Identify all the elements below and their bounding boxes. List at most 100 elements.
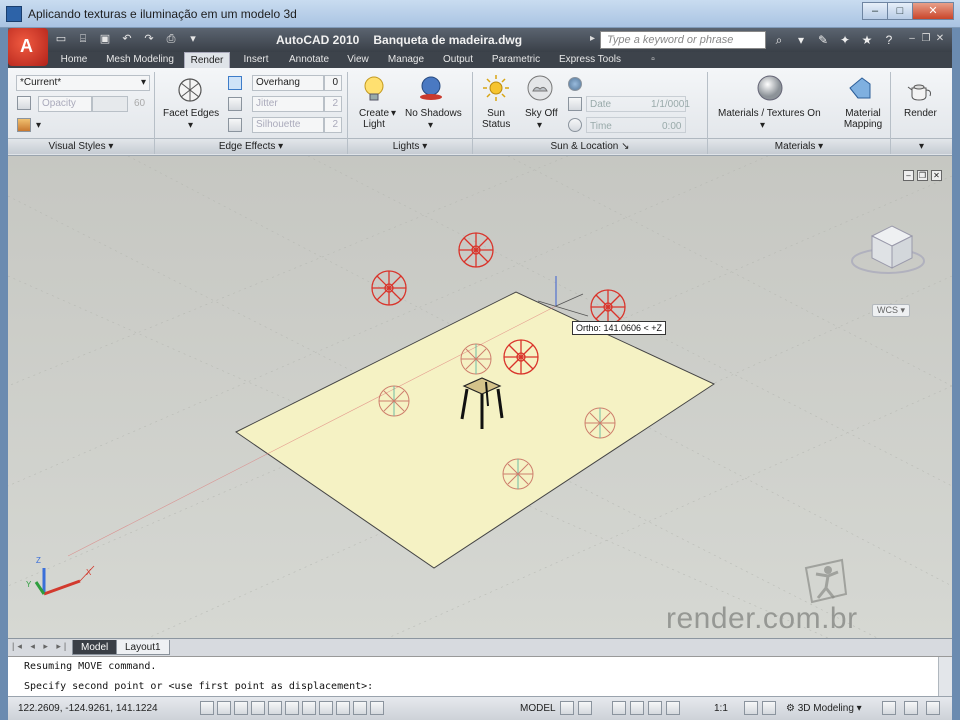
quick-view-layouts-icon[interactable] xyxy=(560,701,574,715)
grid-display-icon[interactable] xyxy=(217,701,231,715)
materials-textures-on-label[interactable]: Materials / Textures On xyxy=(718,108,821,119)
panel-title-render[interactable]: ▾ xyxy=(891,138,952,154)
tab-render[interactable]: Render xyxy=(184,52,230,68)
dropdown-icon[interactable]: ▾ xyxy=(792,31,810,49)
maximize-button[interactable]: □ xyxy=(887,2,913,20)
panel-title-materials[interactable]: Materials ▾ xyxy=(708,138,890,154)
sky-off-icon[interactable] xyxy=(526,74,554,102)
light-glyph-4[interactable] xyxy=(503,339,539,375)
teapot-icon[interactable] xyxy=(906,76,934,104)
tab-mesh-modeling[interactable]: Mesh Modeling xyxy=(102,52,178,68)
tab-parametric[interactable]: Parametric xyxy=(486,52,546,68)
no-shadows-dropdown-icon[interactable]: ▾ xyxy=(428,120,433,131)
render-label[interactable]: Render xyxy=(904,108,937,119)
tab-home[interactable]: Home xyxy=(56,52,92,68)
no-shadows-icon[interactable] xyxy=(418,74,446,102)
materials-dropdown-icon[interactable]: ▾ xyxy=(760,120,765,131)
material-mapping-icon[interactable] xyxy=(846,74,874,102)
light-bulb-icon[interactable] xyxy=(360,74,388,102)
jitter-value[interactable]: 2 xyxy=(324,96,342,112)
light-glyph-1[interactable] xyxy=(458,232,494,268)
facet-edges-dropdown-icon[interactable]: ▾ xyxy=(188,120,193,131)
shadow-dropdown-icon[interactable]: ▾ xyxy=(36,120,41,131)
open-icon[interactable]: ⌸ xyxy=(74,31,92,47)
create-light-dropdown-icon[interactable]: ▾ xyxy=(391,108,396,119)
minimize-button[interactable]: – xyxy=(862,2,888,20)
plot-icon[interactable]: ⎙ xyxy=(162,31,180,47)
help-icon[interactable]: ? xyxy=(880,31,898,49)
tab-model[interactable]: Model xyxy=(72,640,118,655)
location-globe-icon[interactable] xyxy=(568,77,582,91)
tab-overflow-icon[interactable]: ▫ xyxy=(646,52,660,68)
ortho-mode-icon[interactable] xyxy=(234,701,248,715)
visual-style-dropdown[interactable]: *Current* ▾ xyxy=(16,75,150,91)
pan-icon[interactable] xyxy=(612,701,626,715)
steering-wheel-icon[interactable] xyxy=(648,701,662,715)
viewport-restore-button[interactable]: ❐ xyxy=(917,170,928,181)
silhouette-icon[interactable] xyxy=(228,118,242,132)
facet-edges-icon[interactable] xyxy=(176,76,204,104)
favorites-icon[interactable]: ★ xyxy=(858,31,876,49)
lock-icon[interactable] xyxy=(882,701,896,715)
subscription-icon[interactable]: ✎ xyxy=(814,31,832,49)
tab-output[interactable]: Output xyxy=(436,52,480,68)
material-mapping-label[interactable]: Material Mapping xyxy=(840,108,886,130)
zoom-icon[interactable] xyxy=(630,701,644,715)
panel-title-lights[interactable]: Lights ▾ xyxy=(348,138,472,154)
quick-properties-icon[interactable] xyxy=(370,701,384,715)
dynamic-ucs-icon[interactable] xyxy=(319,701,333,715)
search-arrow-icon[interactable]: ▸ xyxy=(590,33,595,44)
isolate-objects-icon[interactable] xyxy=(904,701,918,715)
tab-annotate[interactable]: Annotate xyxy=(282,52,336,68)
overhang-icon[interactable] xyxy=(228,76,242,90)
tab-view[interactable]: View xyxy=(340,52,376,68)
polar-tracking-icon[interactable] xyxy=(251,701,265,715)
tab-express-tools[interactable]: Express Tools xyxy=(552,52,628,68)
coordinates-readout[interactable]: 122.2609, -124.9261, 141.1224 xyxy=(18,703,158,714)
light-glyph-3[interactable] xyxy=(590,289,626,325)
annotation-scale[interactable]: 1:1 xyxy=(714,703,728,714)
doc-close-button[interactable]: ✕ xyxy=(934,33,946,45)
doc-minimize-button[interactable]: – xyxy=(906,33,918,45)
sky-off-dropdown-icon[interactable]: ▾ xyxy=(537,120,542,131)
clean-screen-icon[interactable] xyxy=(926,701,940,715)
tab-manage[interactable]: Manage xyxy=(382,52,430,68)
layout-nav-arrows[interactable]: |◂ ◂ ▸ ▸| xyxy=(12,641,69,652)
lineweight-icon[interactable] xyxy=(353,701,367,715)
sun-status-icon[interactable] xyxy=(482,74,510,102)
workspace-switcher[interactable]: ⚙ 3D Modeling ▾ xyxy=(786,703,862,714)
auto-scale-icon[interactable] xyxy=(762,701,776,715)
panel-title-edge-effects[interactable]: Edge Effects ▾ xyxy=(155,138,347,154)
application-menu-button[interactable]: A xyxy=(8,28,48,66)
doc-restore-button[interactable]: ❐ xyxy=(920,33,932,45)
qat-dropdown-icon[interactable]: ▾ xyxy=(184,31,202,47)
help-search-input[interactable]: Type a keyword or phrase xyxy=(600,31,766,49)
sun-status-label[interactable]: Sun Status xyxy=(482,108,510,130)
xray-icon[interactable] xyxy=(17,96,31,110)
undo-icon[interactable]: ↶ xyxy=(118,31,136,47)
communication-icon[interactable]: ✦ xyxy=(836,31,854,49)
annotation-visibility-icon[interactable] xyxy=(744,701,758,715)
binoculars-icon[interactable]: ⌕ xyxy=(770,31,788,49)
light-glyph-2[interactable] xyxy=(371,270,407,306)
tab-layout1[interactable]: Layout1 xyxy=(116,640,170,655)
quick-view-drawings-icon[interactable] xyxy=(578,701,592,715)
no-shadows-label[interactable]: No Shadows xyxy=(405,108,462,119)
panel-title-sun-location[interactable]: Sun & Location ↘ xyxy=(473,138,707,154)
tab-insert[interactable]: Insert xyxy=(236,52,276,68)
object-snap-tracking-icon[interactable] xyxy=(302,701,316,715)
jitter-icon[interactable] xyxy=(228,97,242,111)
save-icon[interactable]: ▣ xyxy=(96,31,114,47)
silhouette-value[interactable]: 2 xyxy=(324,117,342,133)
new-icon[interactable]: ▭ xyxy=(52,31,70,47)
snap-mode-icon[interactable] xyxy=(200,701,214,715)
viewport-minimize-button[interactable]: – xyxy=(903,170,914,181)
model-space-toggle[interactable]: MODEL xyxy=(520,703,556,714)
wcs-menu[interactable]: WCS ▾ xyxy=(872,304,911,317)
sky-off-label[interactable]: Sky Off xyxy=(525,108,558,119)
panel-title-visual-styles[interactable]: Visual Styles ▾ xyxy=(8,138,154,154)
create-light-label[interactable]: Create Light xyxy=(358,108,390,130)
3d-object-snap-icon[interactable] xyxy=(285,701,299,715)
command-prompt[interactable]: Specify second point or <use first point… xyxy=(24,681,373,692)
command-scrollbar[interactable] xyxy=(938,657,952,697)
